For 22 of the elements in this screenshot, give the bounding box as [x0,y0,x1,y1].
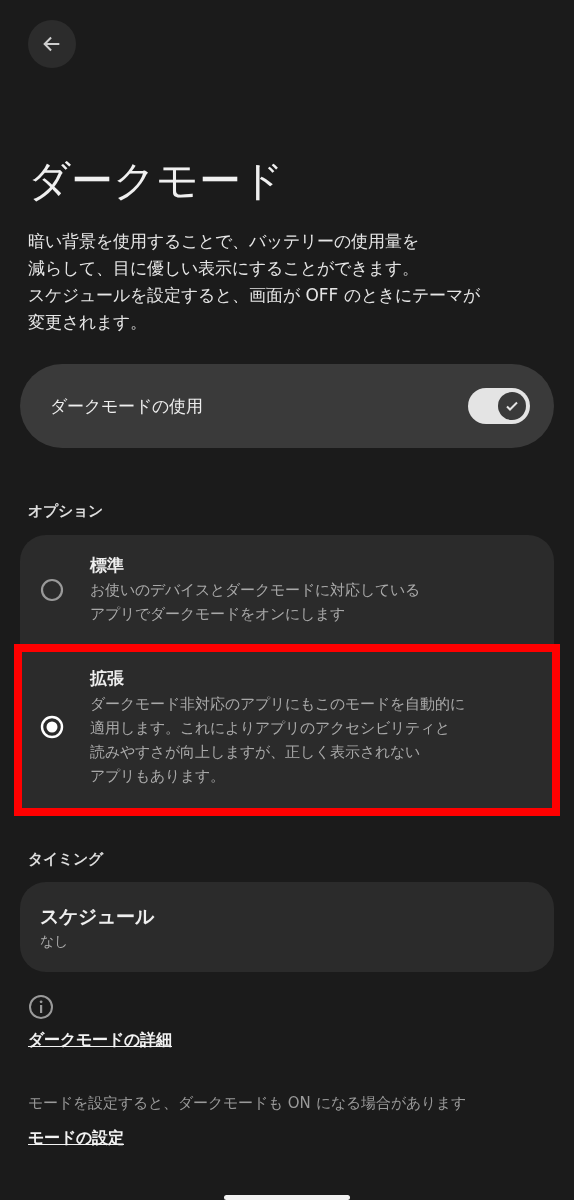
toggle-switch[interactable] [468,388,530,425]
option-description: お使いのデバイスとダークモードに対応している アプリでダークモードをオンにします [90,580,420,626]
option-title: 標準 [90,553,125,577]
info-icon [28,993,54,1020]
dark-mode-toggle-row[interactable]: ダークモードの使用 [20,364,554,449]
mode-settings-link[interactable]: モードの設定 [28,1126,124,1151]
schedule-title: スケジュール [40,904,155,930]
section-heading: オプション [28,501,104,523]
toggle-label: ダークモードの使用 [50,394,203,418]
schedule-value: なし [40,931,69,951]
section-heading: タイミング [28,848,105,870]
learn-more-link[interactable]: ダークモードの詳細 [28,1027,172,1052]
option-title: 拡張 [90,667,125,691]
back-button[interactable] [28,20,76,68]
option-row[interactable]: 標準 お使いのデバイスとダークモードに対応している アプリでダークモードをオンにします [20,534,554,641]
schedule-item[interactable]: スケジュール なし [20,882,554,972]
description: 暗い背景を使用することで、バッテリーの使用量を 減らして、目に優しい表示にすることができます。 スケジュールを設定すると、画面が OFF のときにテーマが 変更されます。 [28,230,481,335]
note-text: モードを設定すると、ダークモードも ON になる場合があります [28,1092,467,1114]
option-row[interactable]: 拡張 ダークモード非対応のアプリにもこのモードを自動的に 適用します。これによりアプリのアクセシビリティと 読みやすさが向上しますが、正しく表示されない アプリもあります。 [16,646,558,814]
option-description: ダークモード非対応のアプリにもこのモードを自動的に 適用します。これによりアプリのアクセシビリティと 読みやすさが向上しますが、正しく表示されない アプリもあります。 [90,693,465,787]
page-title: ダークモード [28,156,285,207]
radio-button[interactable] [40,577,64,602]
